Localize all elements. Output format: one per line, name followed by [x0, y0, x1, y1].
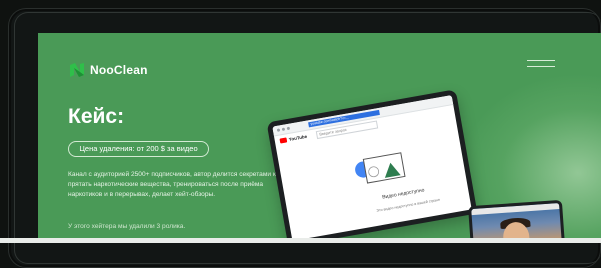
video-unavailable-icon [355, 152, 406, 184]
brand-logo[interactable]: NooClean [69, 62, 148, 78]
phone-mockup [468, 199, 566, 243]
hamburger-menu-icon[interactable] [527, 58, 555, 69]
menu-line [527, 60, 555, 61]
case-footnote: У этого хейтера мы удалили 3 ролика. [68, 223, 186, 230]
brand-name: NooClean [90, 63, 148, 77]
menu-line [527, 66, 555, 67]
price-badge: Цена удаления: от 200 $ за видео [68, 141, 209, 157]
case-description: Канал с аудиторией 2500+ подписчиков, ав… [68, 171, 283, 199]
youtube-label: YouTube [288, 133, 308, 142]
browser-dot-icon [281, 127, 286, 132]
youtube-play-icon [279, 137, 288, 144]
tablet-mockup: youtube.com/watch?v=... YouTube Введите … [266, 89, 478, 243]
browser-dot-icon [286, 126, 291, 131]
browser-dot-icon [276, 128, 281, 132]
video-unavailable-text: Видео недоступно [381, 187, 425, 201]
tablet-screen: youtube.com/watch?v=... YouTube Введите … [272, 95, 472, 241]
phone-browser-bar [471, 202, 560, 216]
website-screen: NooClean Кейс: Цена удаления: от 200 $ з… [38, 33, 601, 243]
phone-screen [471, 202, 563, 243]
youtube-logo: YouTube [279, 133, 308, 144]
laptop-bottom-edge [0, 238, 601, 243]
nooclean-logo-icon [70, 63, 84, 77]
case-title: Кейс: [68, 105, 125, 128]
